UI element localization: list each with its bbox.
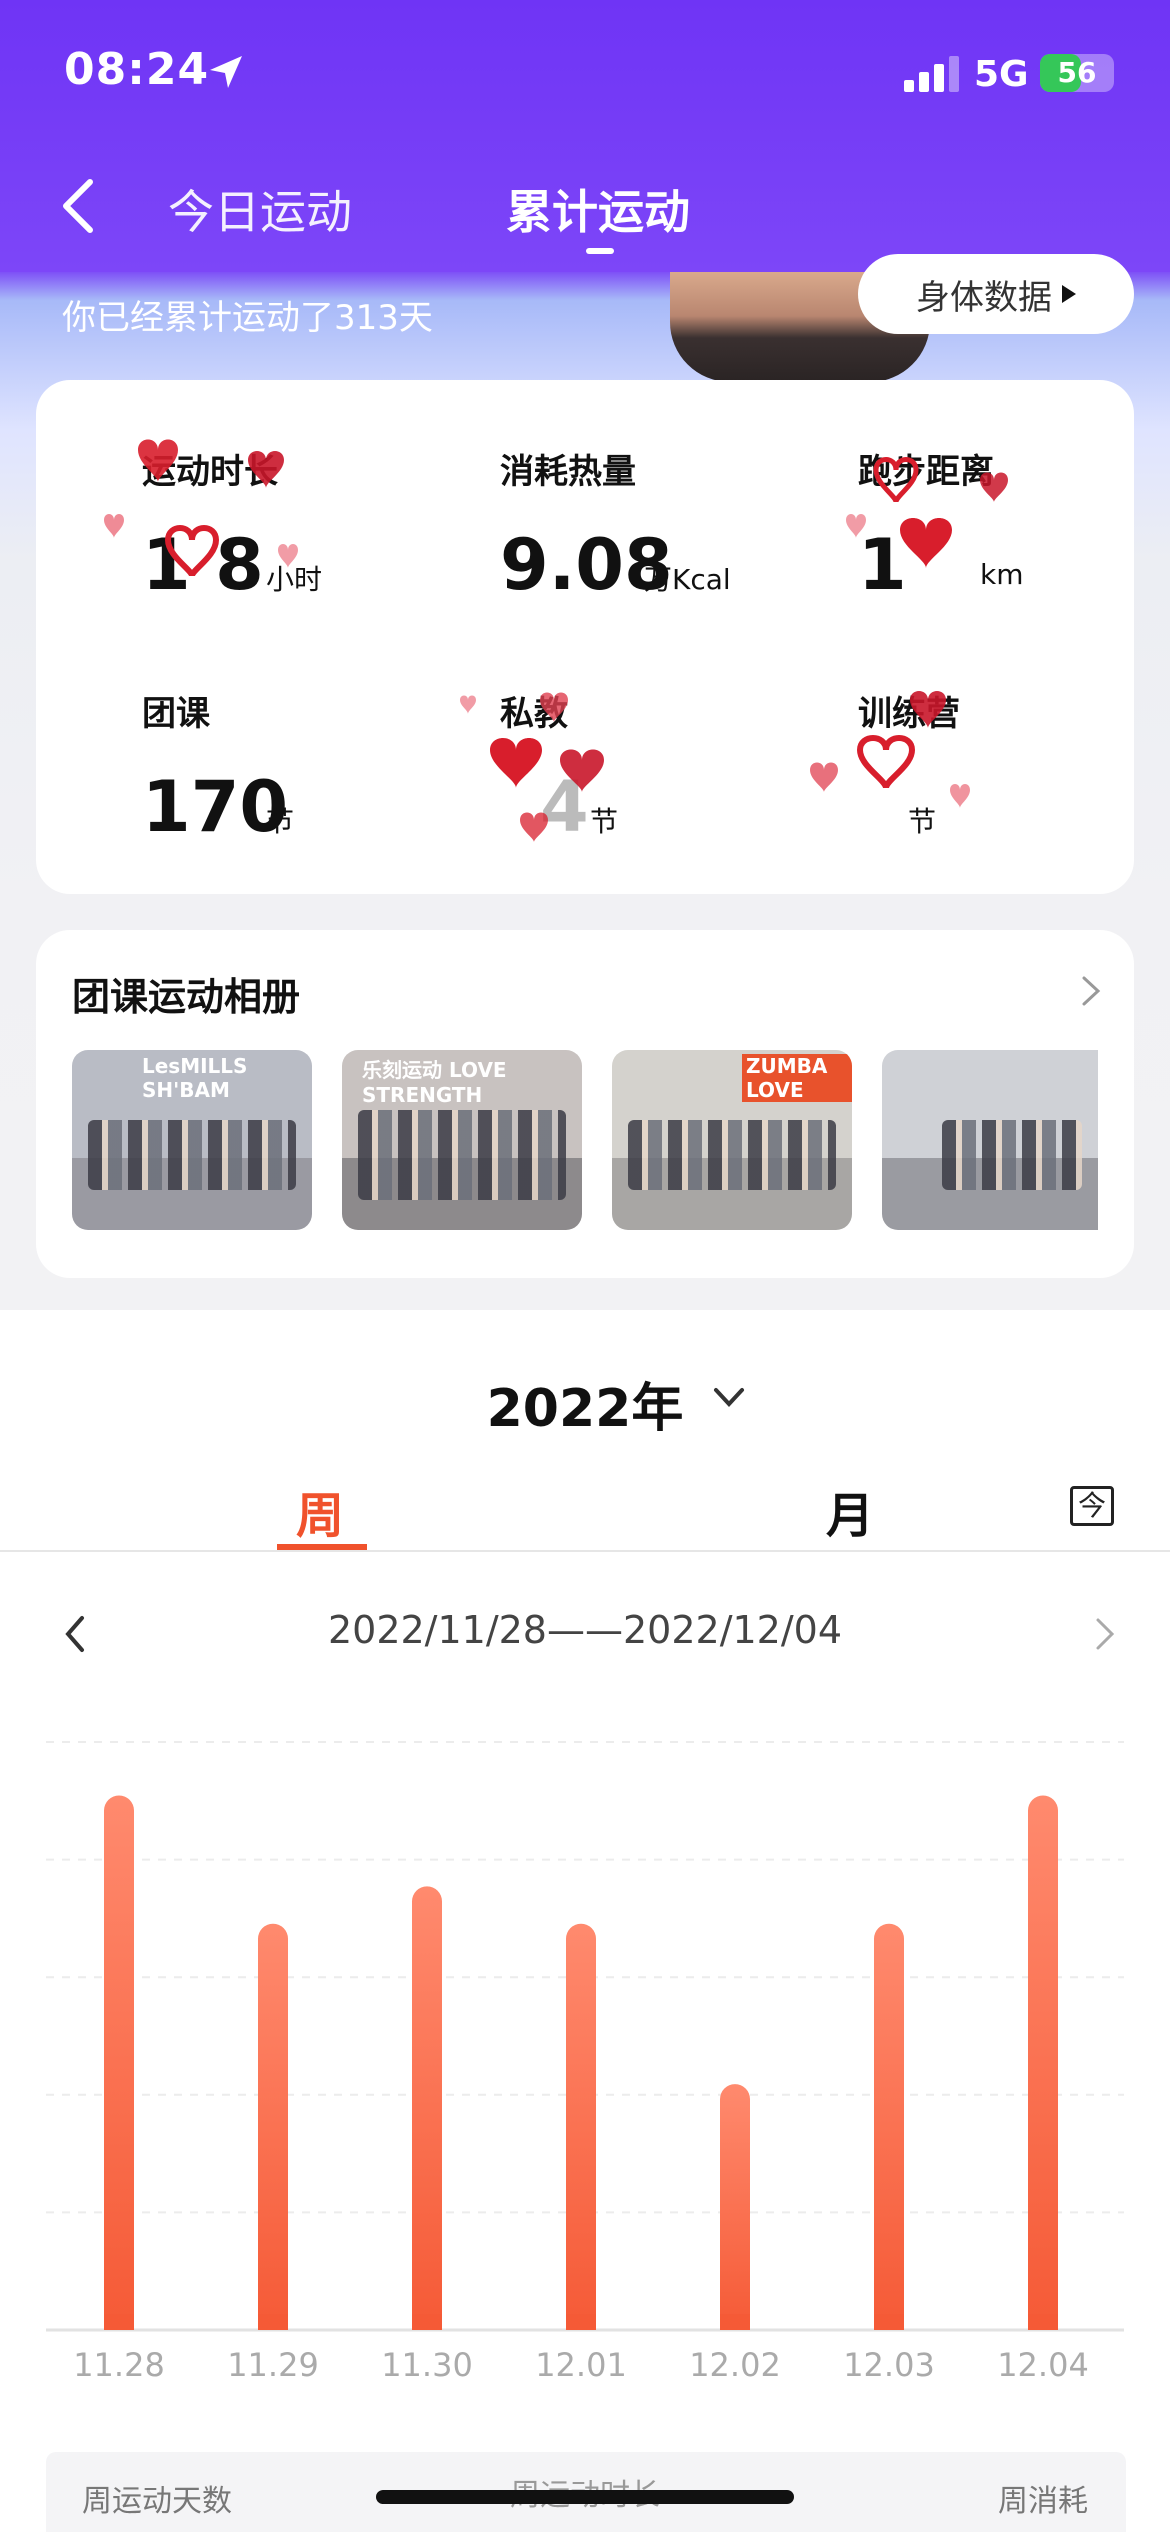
- x-tick-label: 12.04: [997, 2346, 1089, 2384]
- summary-label-days: 周运动天数: [82, 2484, 232, 2519]
- album-photo[interactable]: [882, 1050, 1098, 1230]
- album-photo[interactable]: LesMILLS SH'BAM: [72, 1050, 312, 1230]
- x-tick-label: 11.30: [381, 2346, 473, 2384]
- chart-bar[interactable]: [412, 1886, 442, 2330]
- signal-icon: [904, 56, 959, 92]
- album-title: 团课运动相册: [72, 975, 301, 1019]
- tab-divider: [0, 1550, 1170, 1552]
- chart-bar-base: [104, 2314, 134, 2330]
- chart-bar[interactable]: [104, 1795, 134, 2330]
- home-indicator[interactable]: [376, 2490, 794, 2504]
- chart-bar-base: [566, 2314, 596, 2330]
- chevron-right-icon[interactable]: [1076, 974, 1104, 1008]
- today-button[interactable]: 今: [1070, 1486, 1114, 1526]
- tab-month[interactable]: 月: [826, 1476, 874, 1546]
- chevron-right-icon[interactable]: [1092, 1614, 1118, 1654]
- body-data-label: 身体数据: [916, 277, 1052, 318]
- tab-cumulative-exercise[interactable]: 累计运动: [506, 176, 690, 242]
- stat-unit-calories: 万Kcal: [644, 563, 731, 596]
- x-tick-label: 12.03: [843, 2346, 935, 2384]
- hearts-sticker-icon: [810, 691, 970, 808]
- body-data-button[interactable]: 身体数据: [858, 254, 1134, 334]
- album-photo[interactable]: ZUMBA LOVE: [612, 1050, 852, 1230]
- battery-level: 56: [1057, 56, 1097, 89]
- network-type: 5G: [974, 54, 1029, 95]
- date-range-label: 2022/11/28——2022/12/04: [327, 1608, 843, 1652]
- chart-bar-base: [1028, 2314, 1058, 2330]
- stat-unit-group-class: 节: [266, 805, 295, 838]
- stat-label-group-class: 团课: [142, 694, 210, 734]
- photo-caption: LesMILLS SH'BAM: [142, 1054, 248, 1102]
- chart-bar-base: [720, 2314, 750, 2330]
- x-tick-label: 11.28: [73, 2346, 165, 2384]
- album-photo[interactable]: 乐刻运动 LOVE STRENGTH: [342, 1050, 582, 1230]
- chart-bar-base: [258, 2314, 288, 2330]
- chart-bar[interactable]: [720, 2084, 750, 2330]
- hearts-sticker-icon: [460, 692, 604, 842]
- year-label: 2022年: [486, 1379, 684, 1439]
- active-tab-indicator: [586, 248, 614, 254]
- battery-icon: 56: [1040, 54, 1114, 92]
- photo-caption: ZUMBA LOVE: [742, 1054, 852, 1102]
- play-arrow-icon: [1062, 285, 1076, 303]
- year-selector[interactable]: 2022年: [0, 1366, 1170, 1441]
- back-button[interactable]: [54, 176, 104, 236]
- weekly-bar-chart: 11.28 11.29 11.30 12.01 12.02 12.03 12.04: [46, 1741, 1124, 2384]
- cumulative-days-text: 你已经累计运动了313天: [62, 298, 433, 338]
- chart-bar[interactable]: [258, 1923, 288, 2330]
- stat-label-calories: 消耗热量: [500, 452, 636, 492]
- photo-caption: 乐刻运动 LOVE STRENGTH: [362, 1058, 507, 1107]
- summary-label-calories: 周消耗: [998, 2484, 1088, 2519]
- x-tick-label: 12.01: [535, 2346, 627, 2384]
- chart-bar-base: [412, 2314, 442, 2330]
- location-arrow-icon: [210, 56, 242, 88]
- hearts-sticker-icon: [104, 439, 298, 578]
- chart-bar[interactable]: [566, 1923, 596, 2330]
- chevron-down-icon[interactable]: [712, 1386, 746, 1410]
- chart-bar[interactable]: [874, 1923, 904, 2330]
- chart-bar-base: [874, 2314, 904, 2330]
- hearts-sticker-icon: [846, 457, 1008, 568]
- tab-week[interactable]: 周: [296, 1476, 344, 1546]
- x-tick-label: 11.29: [227, 2346, 319, 2384]
- status-time: 08:24: [64, 44, 210, 95]
- x-tick-label: 12.02: [689, 2346, 781, 2384]
- tab-today-exercise[interactable]: 今日运动: [168, 176, 352, 242]
- chart-bar[interactable]: [1028, 1795, 1058, 2330]
